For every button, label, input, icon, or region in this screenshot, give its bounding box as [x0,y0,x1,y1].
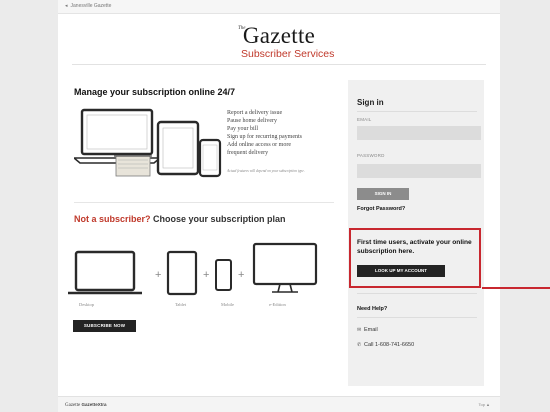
plan-label-eedition: e-Edition [269,302,286,307]
choose-plan-text: Choose your subscription plan [153,214,286,224]
footer-logo-name: Gazette [65,403,81,408]
sign-in-divider [357,111,477,112]
back-to-site-link[interactable]: ◂ Janesville Gazette [65,3,111,9]
gazette-logo: The Gazette Subscriber Services [58,23,500,61]
help-email-label: Email [364,327,378,333]
tablet-plan-icon [166,250,198,296]
password-field[interactable] [357,164,481,178]
subscriber-services-page: ◂ Janesville Gazette The Gazette Subscrib… [58,0,500,412]
section-divider [74,202,334,203]
phone-icon: ✆ [357,342,362,348]
benefits-list: Report a delivery issue Pause home deliv… [227,109,337,157]
callout-line [482,287,550,289]
books-icon [114,155,152,177]
footer-logo-extra: GazetteXtra [81,402,107,407]
top-bar: ◂ Janesville Gazette [58,0,500,14]
help-phone-label: Call 1-608-741-6650 [364,342,415,348]
not-subscriber-text: Not a subscriber? [74,214,151,224]
phone-icon [198,138,222,178]
manage-title: Manage your subscription online 24/7 [74,87,236,97]
mobile-plan-icon [215,259,232,291]
plus-icon: + [238,269,244,281]
email-field[interactable] [357,126,481,140]
plan-label-tablet: Tablet [175,302,187,307]
features-disclaimer: Actual features will depend on your subs… [227,169,305,173]
header-divider [72,64,486,65]
benefit-item: Report a delivery issue [227,110,283,116]
choose-plan-title: Not a subscriber? Choose your subscripti… [74,214,286,224]
plus-icon: + [155,269,161,281]
monitor-plan-icon [252,242,318,293]
logo-the: The [238,26,246,31]
footer: Gazette GazetteXtra Top ▲ [58,396,500,412]
benefit-item: Sign up for recurring payments [227,134,302,140]
help-email-link[interactable]: ✉ Email [357,327,378,333]
need-help-title: Need Help? [357,306,388,312]
forgot-password-link[interactable]: Forgot Password? [357,206,405,212]
email-label: EMAIL [357,117,372,122]
tablet-icon [156,120,200,176]
help-phone-link[interactable]: ✆ Call 1-608-741-6650 [357,342,414,348]
activate-highlight-box [349,228,481,288]
back-link-label: Janesville Gazette [70,3,112,9]
benefit-item: Pay your bill [227,126,258,132]
logo-subtitle: Subscriber Services [241,48,335,60]
password-label: PASSWORD [357,153,385,158]
plans-illustration: + + + [68,242,318,296]
devices-illustration [74,108,222,178]
sign-in-button[interactable]: SIGN IN [357,188,409,200]
back-arrow-icon: ◂ [65,3,68,9]
logo-name: Gazette [242,23,316,48]
plan-label-mobile: Mobile [221,302,234,307]
sign-in-title: Sign in [357,98,384,107]
envelope-icon: ✉ [357,327,362,333]
laptop-icon [74,108,163,164]
help-divider [357,317,477,318]
plan-label-desktop: Desktop [79,302,94,307]
footer-logo: Gazette GazetteXtra [65,402,107,408]
desktop-plan-icon [68,250,142,295]
help-divider-top [357,293,477,294]
benefit-item: Add online access or more [227,142,291,148]
subscribe-now-button[interactable]: SUBSCRIBE NOW [73,320,136,332]
plus-icon: + [203,269,209,281]
benefit-item: Pause home delivery [227,118,277,124]
benefit-item: frequent delivery [227,150,269,156]
back-to-top-link[interactable]: Top ▲ [478,402,490,407]
